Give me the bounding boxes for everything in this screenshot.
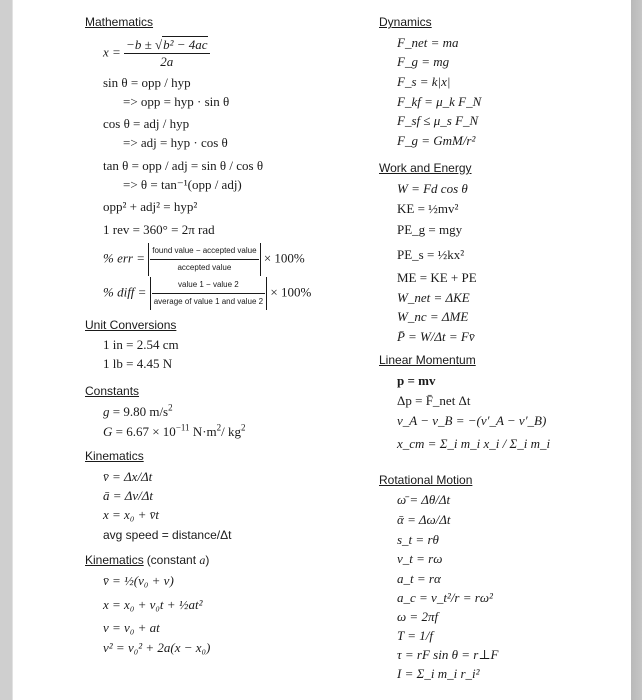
angular-frequency: ω = 2πf <box>397 609 439 624</box>
page-edge-left <box>0 0 13 700</box>
torque: τ = rF sin θ = r⊥F <box>397 647 499 662</box>
quadratic-formula: x = −b ± √b² − 4ac 2a <box>103 36 210 70</box>
tangential-velocity: v_t = rω <box>397 551 443 566</box>
elastic-collision: v_A − v_B = −(v′_A − v′_B) <box>397 413 547 428</box>
quadratic-denominator: 2a <box>160 54 174 69</box>
impulse: Δp = F̄_net Δt <box>397 393 471 408</box>
percent-diff-denominator: average of value 1 and value 2 <box>153 297 264 306</box>
average-power: P̄ = W/Δt = Fv̄ <box>397 329 475 344</box>
centripetal-acceleration: a_c = v_t²/r = rω² <box>397 590 493 605</box>
heading-kinematics: Kinematics <box>85 449 144 463</box>
pythagorean-theorem: opp² + adj² = hyp² <box>103 199 198 214</box>
kinematics-avg-velocity: v̄ = Δx/Δt <box>103 469 153 484</box>
dynamics-spring-force: F_s = k|x| <box>397 74 451 89</box>
constant-big-g-unit2: / kg <box>221 424 242 439</box>
spring-potential-energy: PE_s = ½kx² <box>397 247 465 262</box>
heading-dynamics: Dynamics <box>379 15 432 29</box>
dynamics-newton-second: F_net = ma <box>397 35 459 50</box>
nonconservative-work: W_nc = ΔME <box>397 309 469 324</box>
percent-error-denominator: accepted value <box>177 263 232 272</box>
conversion-pound: 1 lb = 4.45 N <box>103 356 173 371</box>
center-of-mass: x_cm = Σ_i m_i x_i / Σ_i m_i <box>397 436 551 451</box>
momentum-definition: p = mv <box>397 373 436 388</box>
constant-big-g: G = 6.67 × 10−11 N·m2/ kg2 <box>103 422 246 440</box>
constant-big-g-unit: N·m <box>189 424 217 439</box>
constant-g-value: = 9.80 m/s <box>109 404 169 419</box>
kinematics-const-velocity: v = v₀ + at <box>103 620 160 635</box>
sin-definition: sin θ = opp / hyp <box>103 75 191 90</box>
tan-definition: tan θ = opp / adj = sin θ / cos θ <box>103 158 264 173</box>
kinematics-const-avg-velocity: v̄ = ½(v₀ + v) <box>103 573 174 588</box>
sin-solve: => opp = hyp · sin θ <box>123 94 230 109</box>
percent-diff-lhs: % diff = <box>103 284 147 300</box>
constant-g-exp: 2 <box>168 402 173 413</box>
dynamics-kinetic-friction: F_kf = μ_k F_N <box>397 94 482 109</box>
kinetic-energy: KE = ½mv² <box>397 201 459 216</box>
constant-big-g-unit2-exp: 2 <box>241 422 246 433</box>
dynamics-static-friction: F_sf ≤ μ_s F_N <box>397 113 479 128</box>
tangential-acceleration: a_t = rα <box>397 571 441 586</box>
dynamics-universal-gravitation: F_g = GmM/r² <box>397 133 476 148</box>
kinematics-const-velocity-squared: v² = v₀² + 2a(x − x₀) <box>103 640 211 655</box>
avg-angular-velocity: ω̄ = Δθ/Δt <box>397 492 451 507</box>
work-definition: W = Fd cos θ <box>397 181 468 196</box>
percent-error-numerator: found value − accepted value <box>150 243 259 260</box>
quadratic-radicand: b² − 4ac <box>162 36 208 52</box>
period: T = 1/f <box>397 628 433 643</box>
heading-mathematics: Mathematics <box>85 15 154 29</box>
percent-diff-rhs: × 100% <box>270 284 312 300</box>
heading-kinematics-constant-a-label: Kinematics <box>85 553 144 567</box>
work-energy-theorem: W_net = ΔKE <box>397 290 470 305</box>
cos-solve: => adj = hyp · cos θ <box>123 135 228 150</box>
heading-suffix: (constant <box>146 553 200 567</box>
constant-big-g-exp: −11 <box>175 422 190 433</box>
heading-constants: Constants <box>85 384 140 398</box>
quadratic-numerator: −b ± <box>126 37 155 52</box>
quadratic-lhs: x = <box>103 44 121 60</box>
avg-angular-acceleration: ᾱ = Δω/Δt <box>397 512 451 527</box>
percent-error-formula: % err = found value − accepted value acc… <box>103 243 305 276</box>
percent-error-rhs: × 100% <box>263 250 305 266</box>
scrollbar[interactable] <box>631 0 642 700</box>
mechanical-energy: ME = KE + PE <box>397 270 477 285</box>
percent-diff-numerator: value 1 − value 2 <box>151 277 266 294</box>
heading-close: ) <box>205 553 210 567</box>
kinematics-position: x = x₀ + v̄t <box>103 507 159 522</box>
constant-g: g = 9.80 m/s2 <box>103 402 173 420</box>
heading-linear-momentum: Linear Momentum <box>379 353 476 367</box>
constant-big-g-symbol: G <box>103 424 113 439</box>
tan-solve: => θ = tan⁻¹(opp / adj) <box>123 177 242 192</box>
constant-big-g-value: = 6.67 × 10 <box>112 424 176 439</box>
heading-work-energy: Work and Energy <box>379 161 472 175</box>
dynamics-gravity-force: F_g = mg <box>397 54 450 69</box>
heading-unit-conversions: Unit Conversions <box>85 318 177 332</box>
gravitational-potential-energy: PE_g = mgy <box>397 222 463 237</box>
kinematics-avg-speed: avg speed = distance/Δt <box>103 528 232 542</box>
arc-length: s_t = rθ <box>397 532 439 547</box>
kinematics-avg-acceleration: ā = Δv/Δt <box>103 488 154 503</box>
heading-kinematics-constant-a: Kinematics (constant a) <box>85 553 209 568</box>
percent-error-lhs: % err = <box>103 250 145 266</box>
moment-of-inertia: I = Σ_i m_i r_i² <box>397 666 480 681</box>
conversion-inch: 1 in = 2.54 cm <box>103 337 179 352</box>
revolution-conversion: 1 rev = 360° = 2π rad <box>103 222 215 237</box>
percent-diff-formula: % diff = value 1 − value 2 average of va… <box>103 277 311 310</box>
kinematics-const-position: x = x₀ + v₀t + ½at² <box>103 597 203 612</box>
cos-definition: cos θ = adj / hyp <box>103 116 190 131</box>
heading-rotational-motion: Rotational Motion <box>379 473 473 487</box>
